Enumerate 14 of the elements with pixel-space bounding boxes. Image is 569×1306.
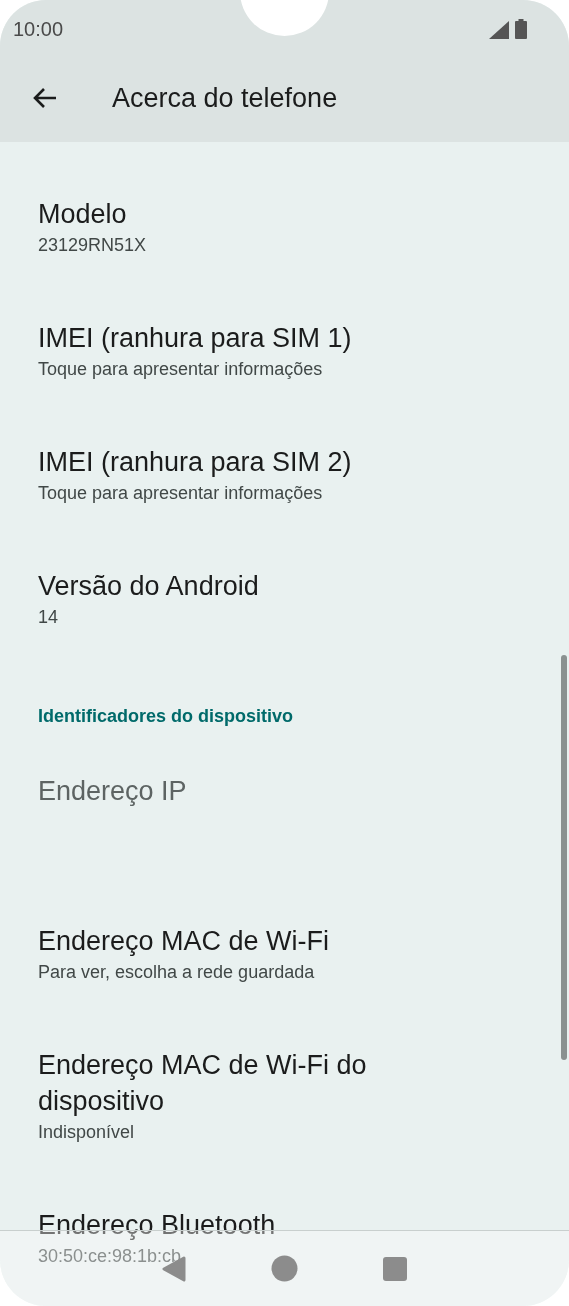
- settings-item[interactable]: Versão do Android 14: [0, 535, 569, 659]
- screen-title: Acerca do telefone: [112, 82, 338, 114]
- settings-item[interactable]: Modelo 23129RN51X: [0, 163, 569, 287]
- recents-icon[interactable]: [382, 1256, 407, 1281]
- settings-item[interactable]: IMEI (ranhura para SIM 1) Toque para apresentar informações: [0, 287, 569, 411]
- settings-item[interactable]: IMEI (ranhura para SIM 2) Toque para apresentar informações: [0, 411, 569, 535]
- signal-icon: [489, 21, 509, 39]
- back-arrow-icon: [32, 86, 58, 110]
- home-icon[interactable]: [271, 1255, 298, 1282]
- settings-item[interactable]: Endereço MAC de Wi-Fi Para ver, escolha a rede guardada: [0, 890, 569, 1014]
- status-time: 10:00: [13, 17, 64, 41]
- battery-icon: [515, 19, 527, 39]
- settings-item[interactable]: Endereço MAC de Wi-Fi do dispositivo Indisponível: [0, 1014, 569, 1174]
- section-header: Identificadores do dispositivo: [38, 706, 294, 726]
